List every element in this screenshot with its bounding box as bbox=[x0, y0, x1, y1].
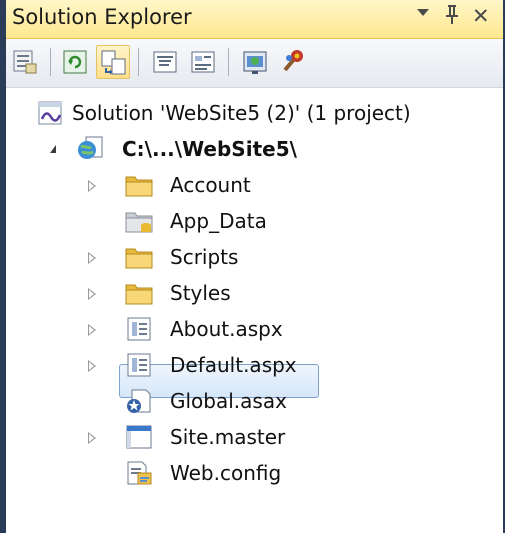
tree-item-label: Styles bbox=[170, 281, 231, 305]
window-title: Solution Explorer bbox=[12, 5, 192, 29]
properties-icon bbox=[13, 50, 37, 74]
collapsed-arrow-icon[interactable] bbox=[88, 432, 96, 444]
view-code-button[interactable] bbox=[148, 45, 182, 79]
solution-icon bbox=[38, 101, 62, 125]
collapsed-arrow-icon[interactable] bbox=[88, 252, 96, 264]
tree-item[interactable]: About.aspx bbox=[6, 312, 503, 348]
copy-website-icon bbox=[243, 51, 267, 74]
toolbar-separator bbox=[228, 48, 229, 76]
tree-item-label: Site.master bbox=[170, 425, 286, 449]
tree-item[interactable]: Styles bbox=[6, 276, 503, 312]
tree-item[interactable]: Scripts bbox=[6, 240, 503, 276]
tree-item[interactable]: Global.asax bbox=[6, 384, 503, 420]
folder-icon bbox=[125, 284, 153, 305]
nest-related-files-button[interactable] bbox=[96, 45, 130, 79]
tree-item-label: About.aspx bbox=[170, 317, 283, 341]
solution-tree[interactable]: Solution 'WebSite5 (2)' (1 project) C:\.… bbox=[6, 88, 503, 533]
tree-item-label: Scripts bbox=[170, 245, 239, 269]
tree-item-project[interactable]: C:\...\WebSite5\ bbox=[6, 132, 503, 168]
toolbar-separator bbox=[138, 48, 139, 76]
title-bar[interactable]: Solution Explorer ✕ bbox=[6, 0, 503, 39]
nest-related-files-icon bbox=[101, 50, 126, 75]
properties-button[interactable] bbox=[8, 45, 42, 79]
collapsed-arrow-icon[interactable] bbox=[88, 360, 96, 372]
asp-net-configuration-button[interactable] bbox=[276, 45, 310, 79]
config-file-icon bbox=[127, 461, 152, 485]
expanded-arrow-icon[interactable] bbox=[50, 145, 56, 153]
tree-item[interactable]: Site.master bbox=[6, 420, 503, 456]
collapsed-arrow-icon[interactable] bbox=[88, 180, 96, 192]
view-designer-icon bbox=[191, 51, 215, 73]
toolbar-separator bbox=[50, 48, 51, 76]
refresh-button[interactable] bbox=[58, 45, 92, 79]
tree-item-label: Global.asax bbox=[170, 389, 287, 413]
tree-item[interactable]: App_Data bbox=[6, 204, 503, 240]
folder-icon bbox=[125, 176, 153, 197]
asp-net-configuration-icon bbox=[283, 50, 303, 72]
tree-item-label: App_Data bbox=[170, 209, 267, 233]
tree-item-solution[interactable]: Solution 'WebSite5 (2)' (1 project) bbox=[6, 96, 503, 132]
collapsed-arrow-icon[interactable] bbox=[88, 324, 96, 336]
window-position-dropdown-icon[interactable] bbox=[417, 9, 429, 16]
tree-item[interactable]: Account bbox=[6, 168, 503, 204]
tree-item-label: Solution 'WebSite5 (2)' (1 project) bbox=[72, 101, 411, 125]
tree-item-selected[interactable]: Default.aspx bbox=[6, 348, 503, 384]
web-form-icon bbox=[127, 317, 151, 341]
collapsed-arrow-icon[interactable] bbox=[88, 288, 96, 300]
web-form-icon bbox=[127, 353, 151, 377]
folder-icon bbox=[125, 248, 153, 269]
view-code-icon bbox=[153, 51, 177, 73]
tree-item-label: Default.aspx bbox=[170, 353, 297, 377]
global-asax-icon bbox=[127, 389, 151, 413]
data-folder-icon bbox=[125, 212, 153, 233]
tree-item[interactable]: Web.config bbox=[6, 456, 503, 492]
tree-item-label: Account bbox=[170, 173, 251, 197]
master-page-icon bbox=[126, 425, 152, 449]
tree-item-label: Web.config bbox=[170, 461, 282, 485]
tree-item-label: C:\...\WebSite5\ bbox=[122, 137, 297, 161]
web-project-icon bbox=[78, 136, 103, 159]
view-designer-button[interactable] bbox=[186, 45, 220, 79]
pin-icon[interactable] bbox=[444, 4, 460, 31]
solution-explorer-window: Solution Explorer ✕ Solution 'WebSite5 (… bbox=[0, 0, 505, 533]
close-icon[interactable]: ✕ bbox=[472, 4, 490, 28]
copy-website-button[interactable] bbox=[238, 45, 272, 79]
toolbar bbox=[6, 39, 503, 88]
refresh-icon bbox=[63, 50, 87, 74]
